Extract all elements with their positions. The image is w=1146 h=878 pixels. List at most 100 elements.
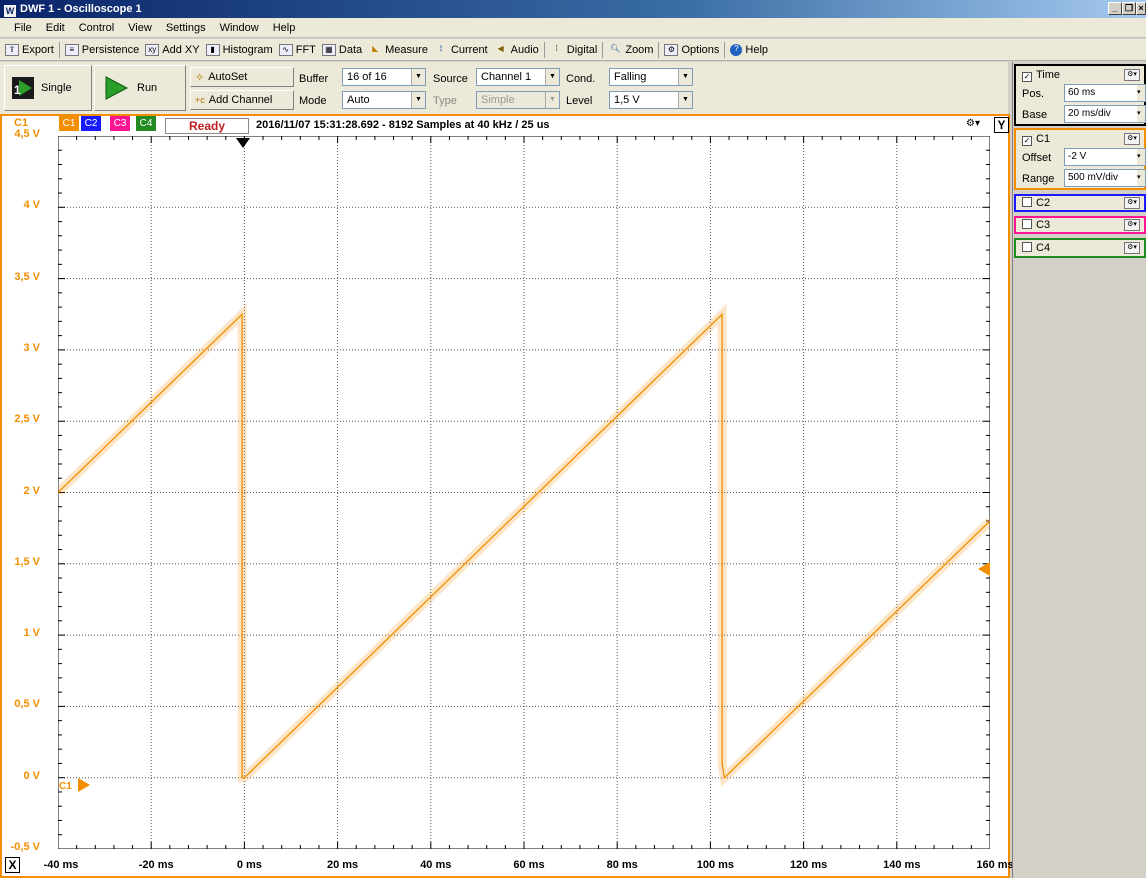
menu-control[interactable]: Control [72, 18, 121, 38]
add-xy-label: Add XY [162, 43, 200, 56]
c4-toggle[interactable]: C4 [1022, 242, 1050, 254]
grid [58, 136, 990, 849]
checkbox-icon [1022, 242, 1032, 252]
buffer-label: Buffer [299, 73, 329, 85]
export-icon: ⇪ [5, 43, 19, 56]
trigger-time-marker[interactable] [235, 137, 251, 149]
single-button[interactable]: 1 Single [4, 65, 92, 111]
persistence-label: Persistence [81, 43, 140, 56]
persistence-button[interactable]: ≡ Persistence [62, 40, 142, 60]
menu-settings[interactable]: Settings [159, 18, 213, 38]
level-label: Level [566, 95, 593, 107]
y-axis-button[interactable]: Y [994, 117, 1009, 133]
c3-label: C3 [1036, 219, 1051, 231]
channel-tab-c1[interactable]: C1 [59, 116, 79, 131]
pos-label: Pos. [1022, 88, 1045, 100]
minimize-button[interactable]: _ [1108, 2, 1122, 15]
source-value: Channel 1 [481, 71, 532, 83]
measure-button[interactable]: ◣ Measure [365, 40, 431, 60]
data-button[interactable]: ▦ Data [319, 40, 365, 60]
close-button[interactable]: × [1136, 2, 1146, 15]
histogram-button[interactable]: ▮ Histogram [203, 40, 276, 60]
menu-help[interactable]: Help [266, 18, 303, 38]
export-button[interactable]: ⇪ Export [2, 40, 57, 60]
trigger-level-marker[interactable] [977, 561, 991, 577]
c3-settings-icon[interactable]: ⚙▾ [1124, 219, 1140, 231]
run-button[interactable]: Run [94, 65, 186, 111]
current-label: Current [450, 43, 488, 56]
checkbox-icon [1022, 219, 1032, 229]
c2-settings-icon[interactable]: ⚙▾ [1124, 197, 1140, 209]
autoset-button[interactable]: ✧ AutoSet [190, 67, 294, 87]
checkbox-icon: ✓ [1022, 72, 1032, 82]
xy-icon: xy [145, 43, 160, 56]
digital-label: Digital [566, 43, 598, 56]
x-tick-label: -40 ms [43, 859, 79, 871]
marker-label: C1 [59, 781, 72, 792]
acquisition-info: 2016/11/07 15:31:28.692 - 8192 Samples a… [256, 119, 550, 131]
toolbar-separator [724, 41, 726, 58]
add-channel-button[interactable]: +c Add Channel [190, 90, 294, 110]
svg-text:1: 1 [14, 83, 21, 97]
mode-select[interactable]: Auto ▼ [342, 91, 426, 109]
x-tick-label: -20 ms [138, 859, 174, 871]
channel-tab-c2[interactable]: C2 [81, 116, 101, 131]
current-button[interactable]: ⟟ Current [431, 40, 491, 60]
time-base-select[interactable]: 20 ms/div ▾ [1064, 105, 1146, 123]
single-icon: 1 [12, 77, 34, 99]
time-toggle[interactable]: ✓ Time [1022, 69, 1060, 82]
menu-file[interactable]: File [0, 18, 39, 38]
x-tick-label: 80 ms [606, 859, 638, 871]
time-pos-select[interactable]: 60 ms ▾ [1064, 84, 1146, 102]
c1-offset-select[interactable]: -2 V ▾ [1064, 148, 1146, 166]
channel-tab-c3[interactable]: C3 [110, 116, 130, 131]
channel-offset-marker[interactable]: C1 [58, 777, 92, 793]
condition-select[interactable]: Falling ▼ [609, 68, 693, 86]
c2-toggle[interactable]: C2 [1022, 197, 1050, 209]
digital-icon: ⁞ [555, 43, 558, 53]
menu-edit[interactable]: Edit [39, 18, 72, 38]
base-value: 20 ms/div [1068, 108, 1111, 119]
toolbar: ⇪ Export ≡ Persistence xy Add XY ▮ Histogram… [0, 39, 1146, 61]
buffer-select[interactable]: 16 of 16 ▼ [342, 68, 426, 86]
y-tick-label: 2,5 V [14, 413, 40, 426]
c4-settings-icon[interactable]: ⚙▾ [1124, 242, 1140, 254]
waveform-plot[interactable] [58, 136, 990, 849]
chevron-down-icon: ▾ [1137, 85, 1145, 101]
channel-tab-c4[interactable]: C4 [136, 116, 156, 131]
add-channel-label: Add Channel [208, 94, 273, 106]
options-button[interactable]: ⚙ Options [661, 40, 722, 60]
add-xy-button[interactable]: xy Add XY [142, 40, 202, 60]
menu-view[interactable]: View [121, 18, 159, 38]
level-select[interactable]: 1,5 V ▼ [609, 91, 693, 109]
app-icon: W [4, 5, 16, 17]
window-title: DWF 1 - Oscilloscope 1 [20, 3, 142, 15]
chevron-down-icon: ▼ [678, 92, 692, 108]
c1-toggle[interactable]: ✓ C1 [1022, 133, 1050, 146]
menu-window[interactable]: Window [213, 18, 266, 38]
digital-button[interactable]: ⁞ Digital [547, 40, 601, 60]
time-group: ✓ Time ⚙▾ Pos. 60 ms ▾ Base 20 ms/div ▾ [1014, 64, 1146, 126]
channel-2-group: C2 ⚙▾ [1014, 194, 1146, 212]
y-tick-label: 0 V [23, 769, 40, 782]
c1-range-select[interactable]: 500 mV/div ▾ [1064, 169, 1146, 187]
plot-options-icon[interactable]: ⚙▾ [966, 118, 980, 129]
type-select[interactable]: Simple ▼ [476, 91, 560, 109]
audio-button[interactable]: ◀ Audio [491, 40, 542, 60]
current-icon: ⟟ [439, 43, 443, 53]
chevron-down-icon: ▼ [678, 69, 692, 85]
channel-3-group: C3 ⚙▾ [1014, 216, 1146, 234]
add-channel-icon: +c [195, 95, 205, 105]
speaker-icon: ◀ [497, 43, 504, 53]
source-select[interactable]: Channel 1 ▼ [476, 68, 560, 86]
x-axis-button[interactable]: X [5, 857, 20, 873]
time-settings-icon[interactable]: ⚙▾ [1124, 69, 1140, 81]
help-button[interactable]: ? Help [727, 40, 771, 60]
c1-settings-icon[interactable]: ⚙▾ [1124, 133, 1140, 145]
zoom-button[interactable]: 🔍︎ Zoom [605, 40, 656, 60]
c3-toggle[interactable]: C3 [1022, 219, 1050, 231]
restore-button[interactable]: ❐ [1122, 2, 1136, 15]
fft-button[interactable]: ∿ FFT [276, 40, 319, 60]
cond-value: Falling [614, 71, 647, 83]
series-group [58, 303, 990, 787]
